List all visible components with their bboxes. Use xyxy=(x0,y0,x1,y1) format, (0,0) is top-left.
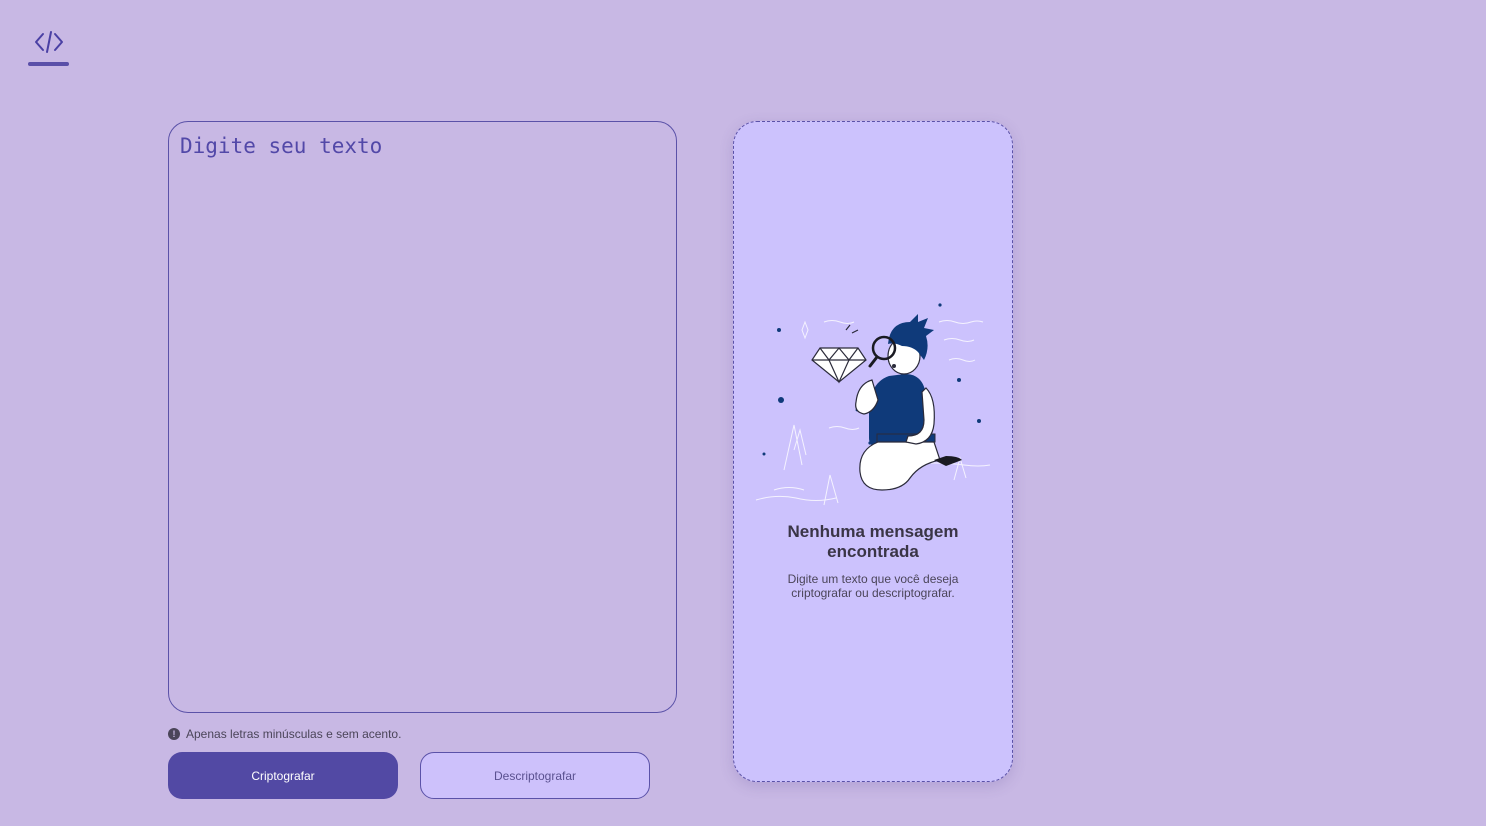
output-panel: Nenhuma mensagem encontrada Digite um te… xyxy=(733,121,1013,782)
logo-underline xyxy=(28,62,69,66)
text-input-container xyxy=(168,121,677,713)
hint-text: Apenas letras minúsculas e sem acento. xyxy=(186,727,402,741)
info-icon: ! xyxy=(168,728,180,740)
empty-state-description: Digite um texto que você deseja criptogr… xyxy=(787,572,959,600)
encrypt-button[interactable]: Criptografar xyxy=(168,752,398,799)
decrypt-button[interactable]: Descriptografar xyxy=(420,752,650,799)
code-icon xyxy=(35,31,63,53)
person-searching-diamond-illustration xyxy=(755,303,991,506)
text-input[interactable] xyxy=(169,122,676,712)
logo[interactable] xyxy=(28,28,69,66)
empty-state-title: Nenhuma mensagem encontrada xyxy=(787,522,959,561)
page: ! Apenas letras minúsculas e sem acento.… xyxy=(0,0,1486,826)
input-hint: ! Apenas letras minúsculas e sem acento. xyxy=(168,727,401,741)
